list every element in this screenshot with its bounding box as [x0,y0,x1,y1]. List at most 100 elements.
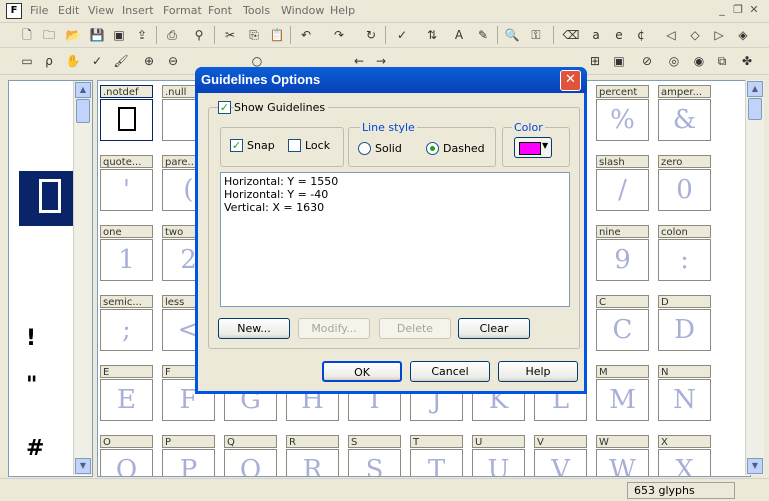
glyph-cell[interactable]: percent% [596,85,651,141]
open-folder-icon[interactable]: 📂 [64,26,82,44]
glyph-cell[interactable]: nine 9 [596,225,651,281]
modify-button[interactable]: Modify... [298,318,370,339]
grid-scroll-down-icon[interactable]: ▼ [747,458,763,474]
glyph-cell[interactable]: DD [658,295,713,351]
glyph-c-icon[interactable]: ¢ [632,26,650,44]
grid-scroll-thumb[interactable] [748,98,762,120]
globe-icon[interactable]: ⊘ [638,52,656,70]
close-icon[interactable]: ✕ [747,3,761,17]
guidelines-list[interactable]: Horizontal: Y = 1550 Horizontal: Y = -40… [220,172,570,307]
delete-button[interactable]: Delete [379,318,451,339]
eraser-icon[interactable]: ⌫ [562,26,580,44]
align-right-icon[interactable]: ▷ [710,26,728,44]
menu-insert[interactable]: Insert [122,4,154,17]
cancel-button[interactable]: Cancel [410,361,490,382]
grid-scroll-up-icon[interactable]: ▲ [747,81,763,97]
scroll-down-icon[interactable]: ▼ [75,458,91,474]
frame-icon[interactable]: ▣ [610,52,628,70]
save-all-icon[interactable]: ▣ [110,26,128,44]
menu-window[interactable]: Window [281,4,324,17]
pen-icon[interactable]: ✎ [474,26,492,44]
kerning-icon[interactable]: A [450,26,468,44]
glyph-cell[interactable]: NN [658,365,713,421]
key-icon[interactable]: ⚿ [527,26,545,44]
guideline-item[interactable]: Vertical: X = 1630 [224,201,324,214]
glyph-cell[interactable]: WW [596,435,651,476]
glyph-cell[interactable]: XX [658,435,713,476]
menu-tools[interactable]: Tools [243,4,270,17]
glyph-cell[interactable]: EE [100,365,155,421]
palette-icon[interactable]: ✤ [738,52,756,70]
minimize-icon[interactable]: _ [715,3,729,17]
guideline-item[interactable]: Horizontal: Y = 1550 [224,175,338,188]
save-icon[interactable]: 💾 [88,26,106,44]
menu-file[interactable]: File [30,4,48,17]
glyph-cell[interactable]: UU [472,435,527,476]
left-scrollbar[interactable]: ▲ ▼ [73,81,92,475]
glyph-a-icon[interactable]: a [587,26,605,44]
glyph-cell[interactable]: QQ [224,435,279,476]
glyph-cell[interactable]: VV [534,435,589,476]
menu-format[interactable]: Format [163,4,202,17]
lock-checkbox[interactable] [288,139,301,152]
menu-edit[interactable]: Edit [58,4,79,17]
print-icon[interactable]: ⎙ [163,26,181,44]
new-button[interactable]: New... [218,318,290,339]
zoom-in-icon[interactable]: ⊕ [140,52,158,70]
glyph-cell[interactable]: PP [162,435,217,476]
dialog-close-icon[interactable]: ✕ [560,70,581,91]
grid-icon[interactable]: ⊞ [586,52,604,70]
clear-button[interactable]: Clear [458,318,530,339]
show-guidelines-checkbox[interactable]: ✓ [218,101,231,114]
glyph-cell[interactable]: zero 0 [658,155,713,211]
copy-icon[interactable]: ⎘ [245,26,263,44]
preview-icon[interactable]: 🔍 [503,26,521,44]
zoom-out-icon[interactable]: ⊖ [164,52,182,70]
hand-icon[interactable]: ✋ [64,52,82,70]
dialog-titlebar[interactable]: Guidelines Options ✕ [195,67,587,93]
ok-button[interactable]: OK [322,361,402,382]
glyph-cell[interactable]: OO [100,435,155,476]
color-picker-button[interactable]: ▼ [514,137,552,158]
align-center-icon[interactable]: ◇ [686,26,704,44]
glyph-cell[interactable]: colon: [658,225,713,281]
restore-icon[interactable]: ❐ [731,3,745,17]
glyph-cell[interactable]: one 1 [100,225,155,281]
menu-help[interactable]: Help [330,4,355,17]
find-icon[interactable]: ⚲ [190,26,208,44]
glyph-cell[interactable]: quote... ' [100,155,155,211]
glyph-cell[interactable]: TT [410,435,465,476]
glyph-cell[interactable]: .notdef [100,85,155,141]
transform-icon[interactable]: ⇅ [423,26,441,44]
undo-icon[interactable]: ↶ [297,26,315,44]
left-glyph-quote[interactable]: " [26,373,37,398]
left-scroll-thumb[interactable] [76,99,90,123]
new-folder-icon[interactable]: 🗀 [40,26,58,44]
select-rect-icon[interactable]: ▭ [18,52,36,70]
guideline-item[interactable]: Horizontal: Y = -40 [224,188,328,201]
lasso-icon[interactable]: ρ [40,52,58,70]
glyph-e-icon[interactable]: e [610,26,628,44]
spellcheck-icon[interactable]: ✓ [393,26,411,44]
export-icon[interactable]: ⇪ [133,26,151,44]
paste-icon[interactable]: 📋 [268,26,286,44]
brush-icon[interactable]: 🖌 [112,52,130,70]
align-left-icon[interactable]: ◁ [662,26,680,44]
glyph-cell[interactable]: amper... & [658,85,713,141]
snap-checkbox[interactable]: ✓ [230,139,243,152]
help-button[interactable]: Help [498,361,578,382]
left-glyph-number[interactable]: # [26,436,44,461]
cut-icon[interactable]: ✂ [221,26,239,44]
grid-scrollbar[interactable]: ▲ ▼ [745,80,764,475]
glyph-cell[interactable]: semic...; [100,295,155,351]
circle-icon[interactable]: ◉ [690,52,708,70]
hint-icon[interactable]: ◈ [734,26,752,44]
layers-icon[interactable]: ⧉ [713,52,731,70]
new-file-icon[interactable]: 🗋 [18,26,36,44]
glyph-cell[interactable]: CC [596,295,651,351]
scroll-up-icon[interactable]: ▲ [75,82,91,98]
menu-view[interactable]: View [88,4,114,17]
refresh-icon[interactable]: ↻ [362,26,380,44]
solid-radio[interactable] [358,142,371,155]
node-icon[interactable]: ✓ [88,52,106,70]
